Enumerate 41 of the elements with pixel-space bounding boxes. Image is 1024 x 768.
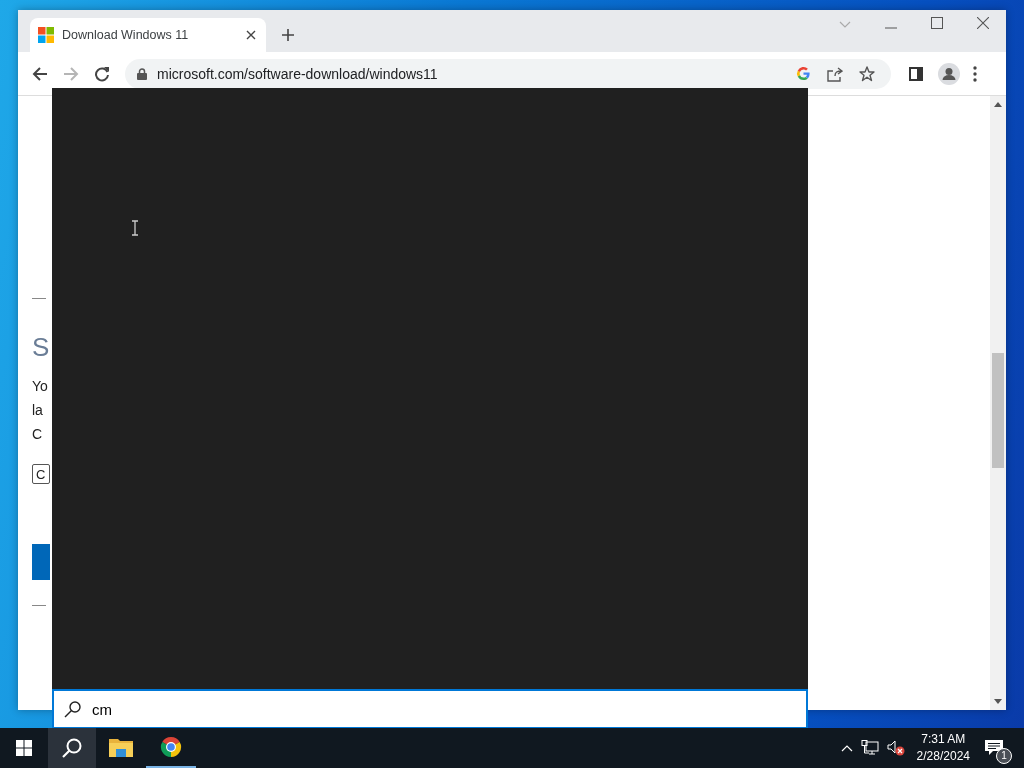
paragraph-text: Yo bbox=[32, 377, 49, 396]
clock-date[interactable]: 2/28/2024 bbox=[916, 748, 970, 765]
scrollbar-thumb[interactable] bbox=[992, 353, 1004, 468]
google-g-icon[interactable] bbox=[796, 66, 811, 81]
new-tab-icon[interactable] bbox=[282, 29, 294, 41]
search-query: cm bbox=[92, 700, 112, 718]
share-icon[interactable] bbox=[827, 65, 843, 82]
menu-dots-icon[interactable] bbox=[973, 65, 977, 82]
close-icon[interactable] bbox=[977, 17, 989, 29]
muted-speaker-icon[interactable] bbox=[886, 740, 905, 756]
chevron-up-icon[interactable] bbox=[840, 744, 853, 752]
search-icon bbox=[61, 737, 83, 759]
text-cursor-icon bbox=[131, 220, 139, 236]
notification-count: 1 bbox=[996, 748, 1012, 764]
chrome-logo-icon bbox=[159, 735, 183, 759]
lock-icon bbox=[137, 67, 147, 80]
close-icon[interactable] bbox=[246, 30, 256, 40]
windows-start-icon[interactable] bbox=[16, 740, 32, 756]
scroll-down-icon[interactable] bbox=[994, 699, 1002, 704]
side-panel-icon[interactable] bbox=[909, 66, 923, 81]
section-heading: S bbox=[32, 332, 51, 362]
folder-icon bbox=[109, 737, 133, 757]
search-icon bbox=[64, 700, 82, 718]
paragraph-text: C bbox=[32, 425, 44, 444]
search-field[interactable]: cm bbox=[52, 689, 808, 728]
network-icon[interactable] bbox=[860, 740, 879, 756]
scroll-up-icon[interactable] bbox=[994, 102, 1002, 107]
notification-icon[interactable] bbox=[984, 739, 1004, 757]
star-icon[interactable] bbox=[859, 65, 875, 82]
address-bar[interactable]: microsoft.com/software-download/windows11 bbox=[125, 58, 891, 89]
dropdown[interactable]: C bbox=[32, 464, 50, 484]
browser-tab[interactable]: Download Windows 11 bbox=[30, 18, 266, 52]
scrollbar[interactable] bbox=[990, 96, 1006, 710]
clock-time[interactable]: 7:31 AM bbox=[921, 731, 966, 748]
back-arrow-icon[interactable] bbox=[32, 65, 48, 82]
profile-avatar-icon[interactable] bbox=[938, 62, 960, 85]
windows-logo-icon bbox=[38, 27, 54, 43]
maximize-icon[interactable] bbox=[931, 17, 943, 29]
reload-icon[interactable] bbox=[94, 65, 110, 82]
paragraph-text: la bbox=[32, 401, 44, 420]
search-button[interactable] bbox=[48, 728, 96, 768]
